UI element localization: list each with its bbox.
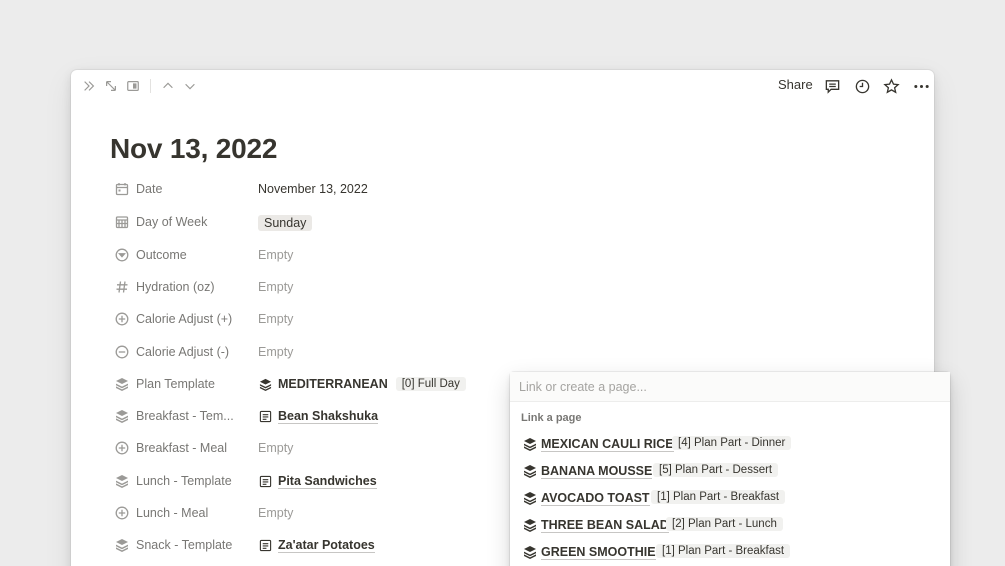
property-value[interactable]: Empty xyxy=(258,312,293,326)
property-value[interactable]: Bean Shakshuka xyxy=(258,409,379,424)
dropdown-item[interactable]: MEXICAN CAULI RICE [4] Plan Part - Dinne… xyxy=(510,431,950,457)
plus-circle-icon xyxy=(114,311,130,327)
property-snack-template[interactable]: Snack - Template Za'atar Potatoes xyxy=(114,534,534,558)
select-circle-icon xyxy=(114,247,130,263)
property-value[interactable]: Empty xyxy=(258,248,293,262)
property-label: Date xyxy=(136,182,163,196)
relation-link[interactable]: MEDITERRANEAN xyxy=(278,377,388,391)
stack-icon xyxy=(114,473,130,489)
property-value[interactable]: November 13, 2022 xyxy=(258,182,368,196)
property-value[interactable]: Pita Sandwiches xyxy=(258,474,377,489)
item-name: THREE BEAN SALAD xyxy=(541,518,669,533)
more-options-icon[interactable] xyxy=(911,76,931,96)
property-label: Calorie Adjust (+) xyxy=(136,312,233,326)
share-button[interactable]: Share xyxy=(778,77,813,92)
property-calorie-adjust-minus[interactable]: Calorie Adjust (-) Empty xyxy=(114,341,534,365)
stack-icon xyxy=(524,438,536,451)
property-value[interactable]: Za'atar Potatoes xyxy=(258,538,375,553)
stack-icon xyxy=(524,519,536,532)
dropdown-item[interactable]: GREEN SMOOTHIE [1] Plan Part - Breakfast xyxy=(510,539,950,565)
calendar-grid-icon xyxy=(114,214,130,230)
item-name: GREEN SMOOTHIE xyxy=(541,545,656,560)
property-label: Plan Template xyxy=(136,377,215,391)
property-plan-template[interactable]: Plan Template MEDITERRANEAN [0] Full Day xyxy=(114,373,534,397)
top-bar: Share xyxy=(71,70,934,102)
stack-icon xyxy=(114,376,130,392)
close-peek-icon[interactable] xyxy=(81,78,97,94)
property-value[interactable]: Empty xyxy=(258,441,293,455)
property-breakfast-template[interactable]: Breakfast - Tem... Bean Shakshuka xyxy=(114,405,534,429)
item-plan-tag: [2] Plan Part - Lunch xyxy=(666,517,783,531)
property-label: Breakfast - Meal xyxy=(136,441,228,455)
calendar-icon xyxy=(114,181,130,197)
property-outcome[interactable]: Outcome Empty xyxy=(114,244,534,268)
star-icon[interactable] xyxy=(881,76,901,96)
item-plan-tag: [1] Plan Part - Breakfast xyxy=(656,544,791,558)
property-label: Breakfast - Tem... xyxy=(136,409,234,423)
side-peek-icon[interactable] xyxy=(125,78,141,94)
property-value[interactable]: Empty xyxy=(258,506,293,520)
property-date[interactable]: Date November 13, 2022 xyxy=(114,178,534,202)
item-plan-tag: [4] Plan Part - Dinner xyxy=(672,436,792,450)
dropdown-item[interactable]: THREE BEAN SALAD [2] Plan Part - Lunch xyxy=(510,512,950,538)
item-plan-tag: [1] Plan Part - Breakfast xyxy=(651,490,786,504)
chevron-up-icon[interactable] xyxy=(160,78,176,94)
property-value[interactable]: Empty xyxy=(258,345,293,359)
chevron-down-icon[interactable] xyxy=(182,78,198,94)
plus-circle-icon xyxy=(114,440,130,456)
stack-icon xyxy=(258,377,272,391)
property-value[interactable]: Empty xyxy=(258,280,293,294)
property-hydration[interactable]: Hydration (oz) Empty xyxy=(114,276,534,300)
toolbar-divider xyxy=(150,79,151,93)
property-label: Lunch - Meal xyxy=(136,506,209,520)
item-name: AVOCADO TOAST xyxy=(541,491,650,506)
minus-circle-icon xyxy=(114,344,130,360)
property-lunch-meal[interactable]: Lunch - Meal Empty xyxy=(114,502,534,526)
property-label: Day of Week xyxy=(136,215,208,229)
stack-icon xyxy=(524,546,536,559)
page-icon xyxy=(258,539,272,553)
property-label: Outcome xyxy=(136,248,187,262)
property-label: Hydration (oz) xyxy=(136,280,215,294)
plus-circle-icon xyxy=(114,505,130,521)
property-breakfast-meal[interactable]: Breakfast - Meal Empty xyxy=(114,437,534,461)
item-name: MEXICAN CAULI RICE xyxy=(541,437,674,452)
page-title[interactable]: Nov 13, 2022 xyxy=(110,133,277,165)
expand-icon[interactable] xyxy=(103,78,119,94)
property-calorie-adjust-plus[interactable]: Calorie Adjust (+) Empty xyxy=(114,308,534,332)
link-search xyxy=(510,372,950,402)
relation-link[interactable]: Bean Shakshuka xyxy=(278,409,379,424)
stack-icon xyxy=(114,537,130,553)
relation-link[interactable]: Pita Sandwiches xyxy=(278,474,377,489)
hash-icon xyxy=(114,279,130,295)
relation-link[interactable]: Za'atar Potatoes xyxy=(278,538,375,553)
stack-icon xyxy=(114,408,130,424)
comment-icon[interactable] xyxy=(822,76,842,96)
page-icon xyxy=(258,410,272,424)
relation-tag: [0] Full Day xyxy=(395,377,466,391)
property-label: Snack - Template xyxy=(136,538,233,552)
dropdown-item[interactable]: BANANA MOUSSE [5] Plan Part - Dessert xyxy=(510,458,950,484)
dropdown-heading: Link a page xyxy=(521,412,582,424)
property-value[interactable]: MEDITERRANEAN [0] Full Day xyxy=(258,377,466,391)
property-value[interactable]: Sunday xyxy=(258,215,313,231)
property-label: Lunch - Template xyxy=(136,474,232,488)
item-name: BANANA MOUSSE xyxy=(541,464,653,479)
property-day-of-week[interactable]: Day of Week Sunday xyxy=(114,211,534,235)
page-icon xyxy=(258,475,272,489)
property-label: Calorie Adjust (-) xyxy=(136,345,230,359)
property-lunch-template[interactable]: Lunch - Template Pita Sandwiches xyxy=(114,470,534,494)
link-page-dropdown: Link a page MEXICAN CAULI RICE [4] Plan … xyxy=(510,372,950,566)
clock-icon[interactable] xyxy=(852,76,872,96)
item-plan-tag: [5] Plan Part - Dessert xyxy=(653,463,779,477)
stack-icon xyxy=(524,465,536,478)
select-tag: Sunday xyxy=(258,215,313,231)
stack-icon xyxy=(524,492,536,505)
link-search-input[interactable] xyxy=(510,372,950,402)
dropdown-item[interactable]: AVOCADO TOAST [1] Plan Part - Breakfast xyxy=(510,485,950,511)
